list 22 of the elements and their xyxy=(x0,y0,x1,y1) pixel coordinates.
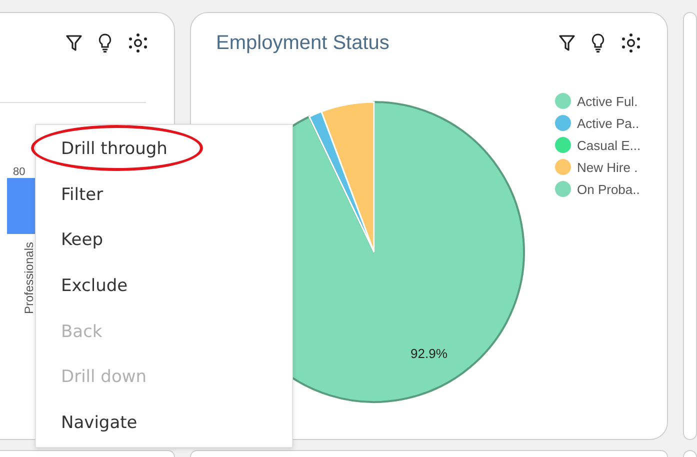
gear-icon[interactable] xyxy=(621,33,641,53)
axis-tick-label: 80 xyxy=(13,166,26,178)
filter-icon[interactable] xyxy=(559,34,575,52)
slice-value-label: 92.9% xyxy=(410,346,448,361)
menu-item[interactable]: Keep xyxy=(36,217,292,264)
filter-icon[interactable] xyxy=(66,34,82,52)
menu-item[interactable]: Drill through xyxy=(36,126,292,172)
legend-label[interactable]: New Hire . xyxy=(577,160,638,174)
legend-label[interactable]: Active Pa.. xyxy=(577,116,640,130)
bar xyxy=(7,178,37,234)
category-label: Professionals xyxy=(22,242,36,314)
gear-icon[interactable] xyxy=(128,33,148,53)
chart-card xyxy=(683,450,697,457)
menu-item[interactable]: Filter xyxy=(36,172,292,218)
chart-title: Employment Status xyxy=(216,32,390,54)
menu-item[interactable]: Navigate xyxy=(36,400,292,446)
lightbulb-icon[interactable] xyxy=(591,33,605,53)
legend-label[interactable]: Casual E... xyxy=(577,138,641,152)
menu-item[interactable]: Exclude xyxy=(36,263,292,309)
legend-label[interactable]: Active Ful. xyxy=(577,94,638,108)
lightbulb-icon[interactable] xyxy=(98,33,112,53)
legend-label[interactable]: On Proba.. xyxy=(577,182,640,196)
